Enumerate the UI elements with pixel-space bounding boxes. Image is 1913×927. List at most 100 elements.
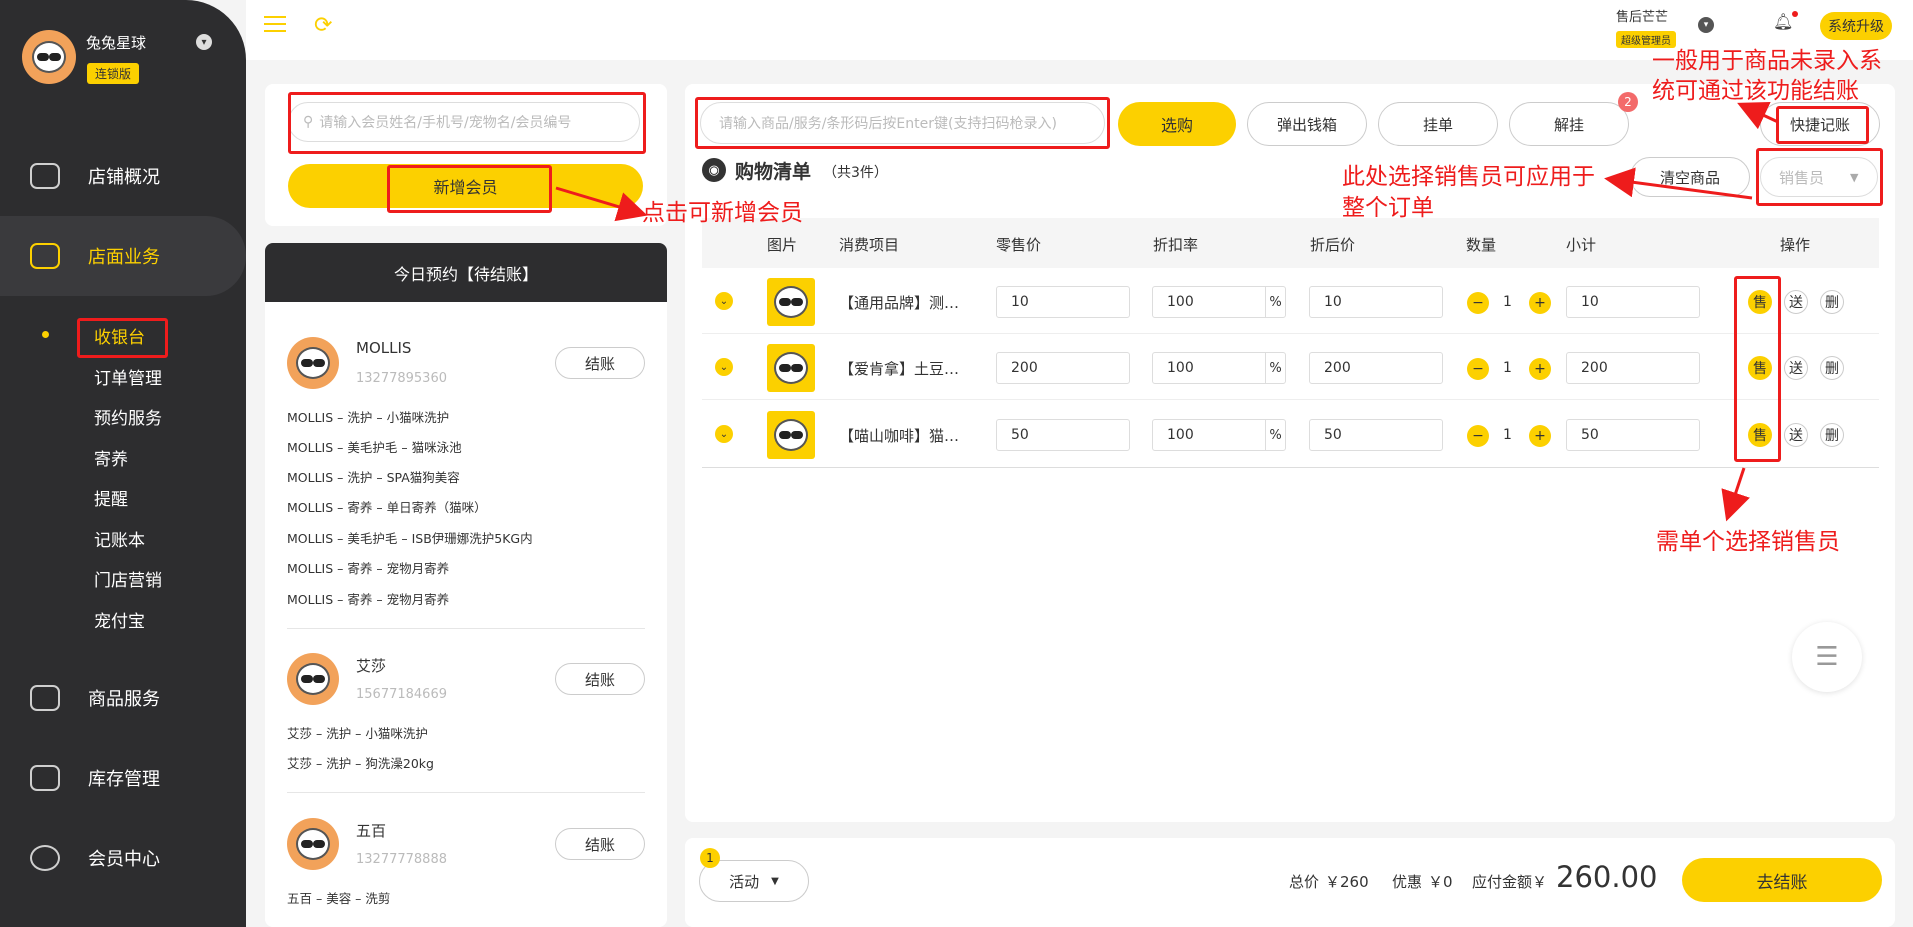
subtotal-input[interactable]: 200 <box>1566 352 1700 384</box>
col-after-discount: 折后价 <box>1310 236 1356 254</box>
subnav-appointments[interactable]: 预约服务 <box>94 404 162 429</box>
appointment-service: MOLLIS – 寄养 – 单日寄养（猫咪） <box>287 500 487 515</box>
notification-dot <box>1792 11 1798 17</box>
nav-item-products[interactable]: 商品服务 <box>0 658 246 738</box>
price-input[interactable]: 50 <box>996 419 1130 451</box>
gift-button[interactable]: 送 <box>1784 356 1808 380</box>
discount-input[interactable]: 100% <box>1152 419 1286 451</box>
qty-value[interactable]: 1 <box>1503 360 1512 376</box>
discount-input[interactable]: 100% <box>1152 352 1286 384</box>
expand-icon[interactable]: ⌄ <box>715 358 733 376</box>
gift-button[interactable]: 送 <box>1784 290 1808 314</box>
sidebar: 兔兔星球 连锁版 ▾ 店铺概况 店面业务 收银台 订单管理 预约服务 寄养 提醒… <box>0 0 246 927</box>
select-button[interactable]: 选购 <box>1118 102 1236 146</box>
appointment-phone: 13277895360 <box>356 371 447 386</box>
bell-icon[interactable]: 🔔︎ <box>1773 12 1793 31</box>
nav-item-inventory[interactable]: 库存管理 <box>0 738 246 818</box>
minus-button[interactable]: − <box>1467 358 1489 380</box>
appointment-name: 艾莎 <box>356 657 387 675</box>
unhang-order-button[interactable]: 解挂 <box>1509 102 1629 146</box>
chevron-down-icon[interactable]: ▾ <box>1698 17 1714 33</box>
nav-item-overview[interactable]: 店铺概况 <box>0 136 246 216</box>
checkout-button[interactable]: 去结账 <box>1682 858 1882 902</box>
discount-value: ￥0 <box>1428 873 1453 891</box>
qty-value[interactable]: 1 <box>1503 294 1512 310</box>
col-subtotal: 小计 <box>1566 236 1597 254</box>
chevron-down-icon[interactable]: ▾ <box>196 34 212 50</box>
appointment-service: 艾莎 – 洗护 – 小猫咪洗护 <box>287 726 428 741</box>
checkout-button[interactable]: 结账 <box>555 663 645 695</box>
col-price: 零售价 <box>996 236 1042 254</box>
refresh-icon[interactable]: ⟳ <box>314 13 332 38</box>
discount-input[interactable]: 100% <box>1152 286 1286 318</box>
upgrade-button[interactable]: 系统升级 <box>1820 12 1892 40</box>
appointment-service: 艾莎 – 洗护 – 狗洗澡20kg <box>287 756 434 771</box>
annotation-per-item-seller: 需单个选择销售员 <box>1656 529 1840 555</box>
annotation-quick-line1: 一般用于商品未录入系 <box>1652 48 1882 74</box>
product-name: 【通用品牌】测… <box>839 294 960 312</box>
after-discount-input[interactable]: 50 <box>1309 419 1443 451</box>
minus-button[interactable]: − <box>1467 425 1489 447</box>
cart-title: 购物清单 <box>735 161 812 183</box>
appointment-phone: 15677184669 <box>356 687 447 702</box>
hang-order-button[interactable]: 挂单 <box>1378 102 1498 146</box>
caret-down-icon: ▼ <box>771 875 779 887</box>
appointments-panel: 今日预约【待结账】 MOLLIS 13277895360 结账 MOLLIS –… <box>265 243 667 927</box>
discount-label: 优惠 <box>1392 873 1423 891</box>
appointment-service: MOLLIS – 寄养 – 宠物月寄养 <box>287 561 450 576</box>
total-label: 总价 <box>1289 873 1320 891</box>
minus-button[interactable]: − <box>1467 292 1489 314</box>
total-value: ￥260 <box>1325 873 1369 891</box>
expand-icon[interactable]: ⌄ <box>715 425 733 443</box>
subtotal-input[interactable]: 10 <box>1566 286 1700 318</box>
delete-button[interactable]: 删 <box>1820 290 1844 314</box>
highlight-seller-select <box>1756 148 1883 206</box>
avatar <box>287 818 339 870</box>
divider <box>287 792 645 793</box>
shop-badge: 连锁版 <box>87 63 140 84</box>
nav-item-store-business[interactable]: 店面业务 <box>0 216 246 296</box>
list-icon[interactable]: ☰ <box>1792 622 1862 692</box>
col-image: 图片 <box>767 236 798 254</box>
gift-button[interactable]: 送 <box>1784 423 1808 447</box>
shop-avatar <box>22 30 76 84</box>
subnav-petpay[interactable]: 宠付宝 <box>94 607 145 632</box>
expand-icon[interactable]: ⌄ <box>715 292 733 310</box>
menu-icon[interactable] <box>264 16 286 34</box>
home-icon <box>30 243 60 269</box>
qty-value[interactable]: 1 <box>1503 427 1512 443</box>
subnav-marketing[interactable]: 门店营销 <box>94 566 162 591</box>
clear-cart-button[interactable]: 清空商品 <box>1630 157 1750 197</box>
highlight-sell-column <box>1734 276 1781 462</box>
subnav-boarding[interactable]: 寄养 <box>94 445 128 470</box>
appointment-service: MOLLIS – 洗护 – 小猫咪洗护 <box>287 410 450 425</box>
checkout-button[interactable]: 结账 <box>555 828 645 860</box>
subtotal-input[interactable]: 50 <box>1566 419 1700 451</box>
product-thumbnail <box>767 278 815 326</box>
price-input[interactable]: 10 <box>996 286 1130 318</box>
subnav-reminders[interactable]: 提醒 <box>94 485 128 510</box>
appointment-name: 五百 <box>356 822 387 840</box>
nav-item-members[interactable]: 会员中心 <box>0 818 246 898</box>
subnav-orders[interactable]: 订单管理 <box>94 364 162 389</box>
box-icon <box>30 765 60 791</box>
activity-count-badge: 1 <box>700 848 720 868</box>
plus-button[interactable]: + <box>1529 358 1551 380</box>
col-actions: 操作 <box>1780 236 1811 254</box>
after-discount-input[interactable]: 10 <box>1309 286 1443 318</box>
price-input[interactable]: 200 <box>996 352 1130 384</box>
after-discount-input[interactable]: 200 <box>1309 352 1443 384</box>
cash-drawer-button[interactable]: 弹出钱箱 <box>1247 102 1367 146</box>
delete-button[interactable]: 删 <box>1820 423 1844 447</box>
payable-label: 应付金额￥ <box>1472 873 1548 891</box>
payable-amount: 260.00 <box>1556 860 1658 894</box>
monitor-icon <box>30 163 60 189</box>
highlight-add-member <box>387 165 552 213</box>
delete-button[interactable]: 删 <box>1820 356 1844 380</box>
col-qty: 数量 <box>1466 236 1497 254</box>
plus-button[interactable]: + <box>1529 292 1551 314</box>
avatar <box>287 653 339 705</box>
checkout-button[interactable]: 结账 <box>555 347 645 379</box>
plus-button[interactable]: + <box>1529 425 1551 447</box>
subnav-ledger[interactable]: 记账本 <box>94 526 145 551</box>
